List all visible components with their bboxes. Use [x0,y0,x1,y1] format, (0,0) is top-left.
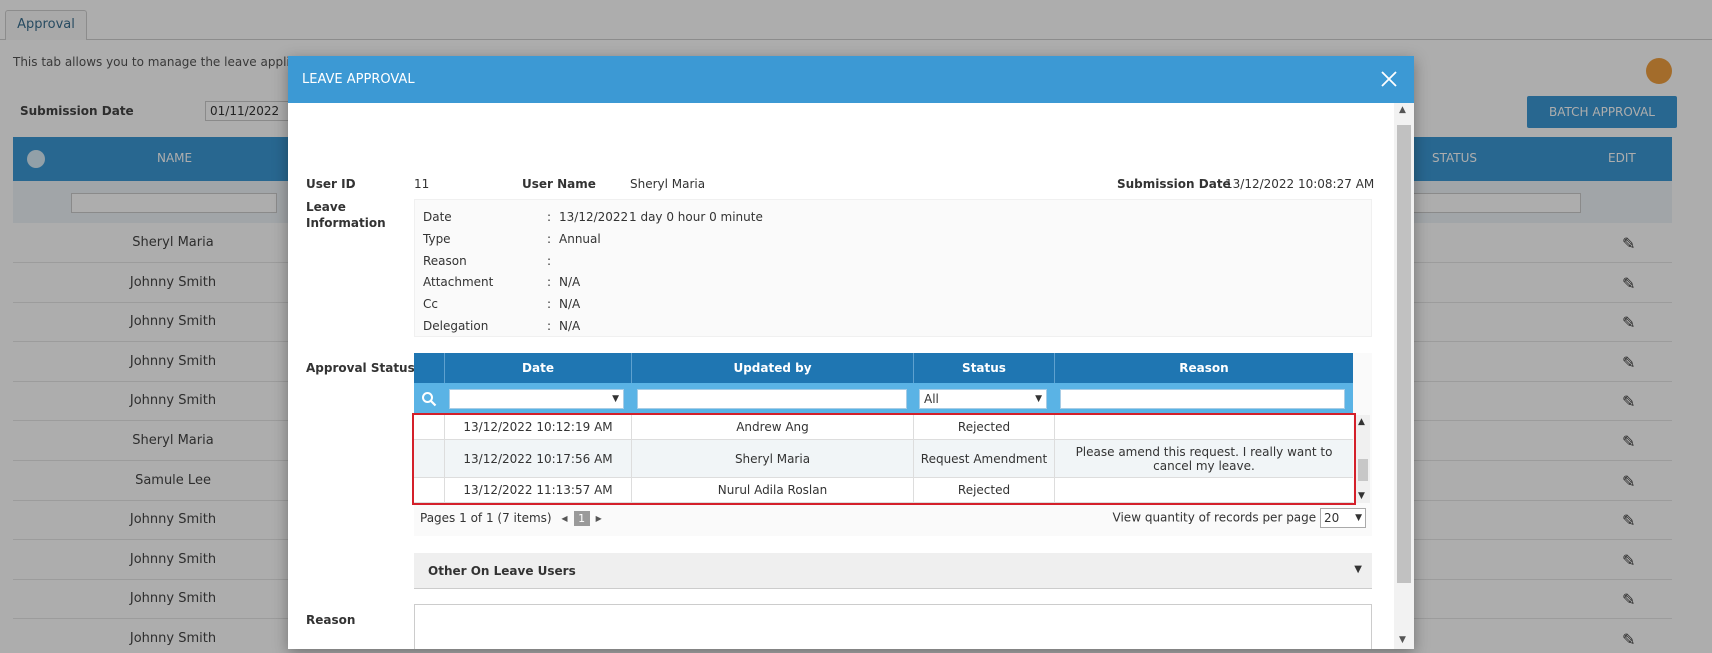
info-attachment-label: Attachment [423,275,494,289]
submission-date-label: Submission Date [1117,177,1231,191]
chevron-down-icon: ▼ [1354,564,1362,575]
close-icon[interactable] [1378,68,1400,90]
leave-information-box: Date: 13/12/2022 1 day 0 hour 0 minute T… [414,199,1372,337]
status-filter-value: All [924,392,939,406]
info-date-value: 13/12/2022 [559,210,629,224]
close-icon[interactable] [1378,68,1400,90]
column-date[interactable]: Date [444,353,631,383]
records-per-page-value: 20 [1324,511,1340,525]
records-per-page-select[interactable]: 20 ▼ [1320,508,1366,528]
approval-grid-filter-row: ▼ All ▼ [414,383,1353,415]
info-type-label: Type [423,232,451,246]
reason-filter-input[interactable] [1060,389,1345,409]
info-delegation-label: Delegation [423,319,489,333]
pager-summary: Pages 1 of 1 (7 items) [420,511,552,525]
reason-label: Reason [306,613,356,627]
scroll-up-icon[interactable]: ▲ [1399,105,1406,115]
scroll-down-icon[interactable]: ▼ [1358,491,1365,501]
leave-information-label: Leave Information [306,200,386,230]
approval-grid-scrollbar[interactable]: ▲ ▼ [1356,415,1370,503]
user-name-value: Sheryl Maria [630,177,706,191]
user-id-value: 11 [414,177,430,191]
dialog-scrollbar[interactable]: ▲ ▼ [1394,103,1414,649]
info-type-row: Type: Annual [423,232,601,246]
next-page-icon[interactable]: ▶ [596,514,602,523]
approval-status-label: Approval Status [306,361,415,375]
info-cc-value: N/A [559,297,581,311]
info-delegation-row: Delegation: N/A [423,319,581,333]
column-updated-by[interactable]: Updated by [631,353,913,383]
scroll-up-icon[interactable]: ▲ [1358,417,1365,427]
records-per-page: View quantity of records per page 20 ▼ [1113,508,1366,528]
info-cc-label: Cc [423,297,438,311]
scroll-down-icon[interactable]: ▼ [1399,635,1406,645]
reason-textarea[interactable] [414,604,1372,649]
dialog-title: LEAVE APPROVAL [302,72,415,87]
user-id-label: User ID [306,177,356,191]
search-icon [422,392,437,407]
info-type-value: Annual [559,232,601,246]
highlight-box [412,413,1356,505]
leave-approval-dialog: LEAVE APPROVAL User ID 11 User Name Sher… [288,56,1414,649]
submission-date-value: 13/12/2022 10:08:27 AM [1225,177,1375,191]
info-date-row: Date: 13/12/2022 1 day 0 hour 0 minute [423,210,763,224]
column-status[interactable]: Status [913,353,1054,383]
info-attachment-value: N/A [559,275,581,289]
records-per-page-label: View quantity of records per page [1112,510,1317,525]
info-delegation-value: N/A [559,319,581,333]
scroll-thumb[interactable] [1397,125,1411,583]
prev-page-icon[interactable]: ◀ [561,514,567,523]
chevron-down-icon: ▼ [1035,394,1042,404]
chevron-down-icon: ▼ [612,394,619,404]
updated-by-filter-input[interactable] [637,389,907,409]
chevron-down-icon: ▼ [1355,513,1362,523]
status-filter-select[interactable]: All ▼ [919,389,1047,409]
info-attachment-row: Attachment: N/A [423,275,581,289]
approval-grid-header: Date Updated by Status Reason [414,353,1353,383]
column-reason[interactable]: Reason [1054,353,1353,383]
info-date-label: Date [423,210,452,224]
dialog-title-bar: LEAVE APPROVAL [288,56,1414,103]
info-reason-label: Reason [423,254,467,268]
other-on-leave-users-toggle[interactable]: Other On Leave Users ▼ [414,553,1372,589]
dialog-body: User ID 11 User Name Sheryl Maria Submis… [288,103,1394,649]
info-cc-row: Cc: N/A [423,297,581,311]
info-reason-row: Reason: [423,254,552,268]
page-number-button[interactable]: 1 [573,511,590,526]
user-name-label: User Name [522,177,596,191]
other-on-leave-users-label: Other On Leave Users [428,564,576,578]
info-duration-value: 1 day 0 hour 0 minute [629,210,763,224]
date-filter-select[interactable]: ▼ [449,389,624,409]
pager: Pages 1 of 1 (7 items) ◀ 1 ▶ [420,511,608,526]
scroll-thumb[interactable] [1358,459,1368,481]
